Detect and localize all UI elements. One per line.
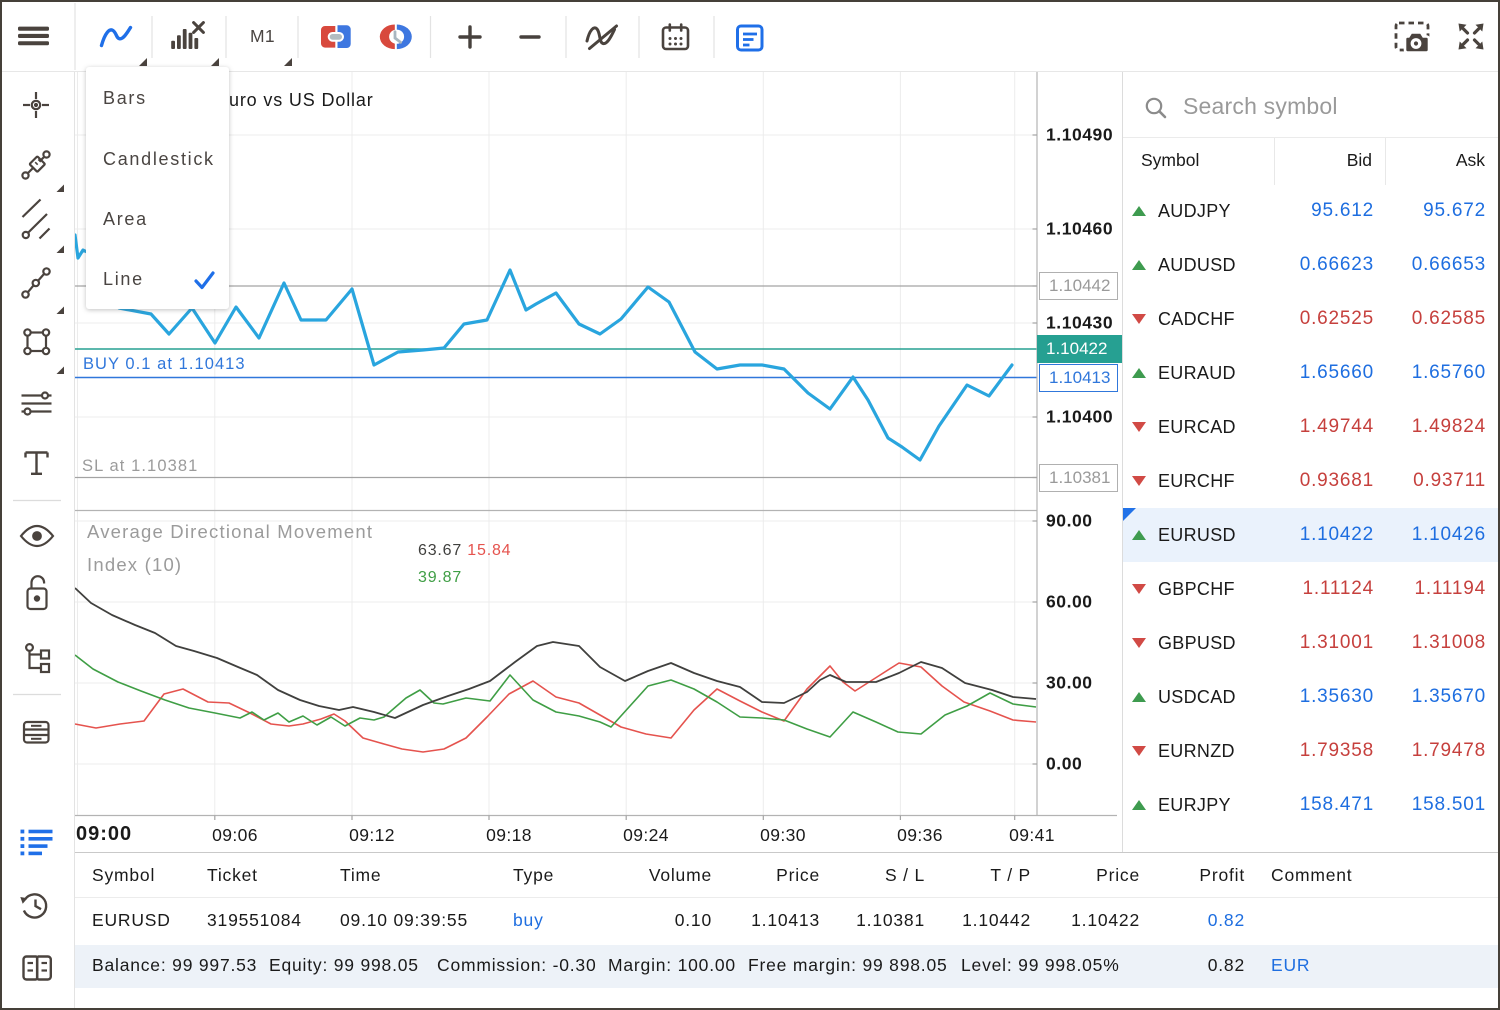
svg-text:M1: M1: [250, 26, 275, 46]
